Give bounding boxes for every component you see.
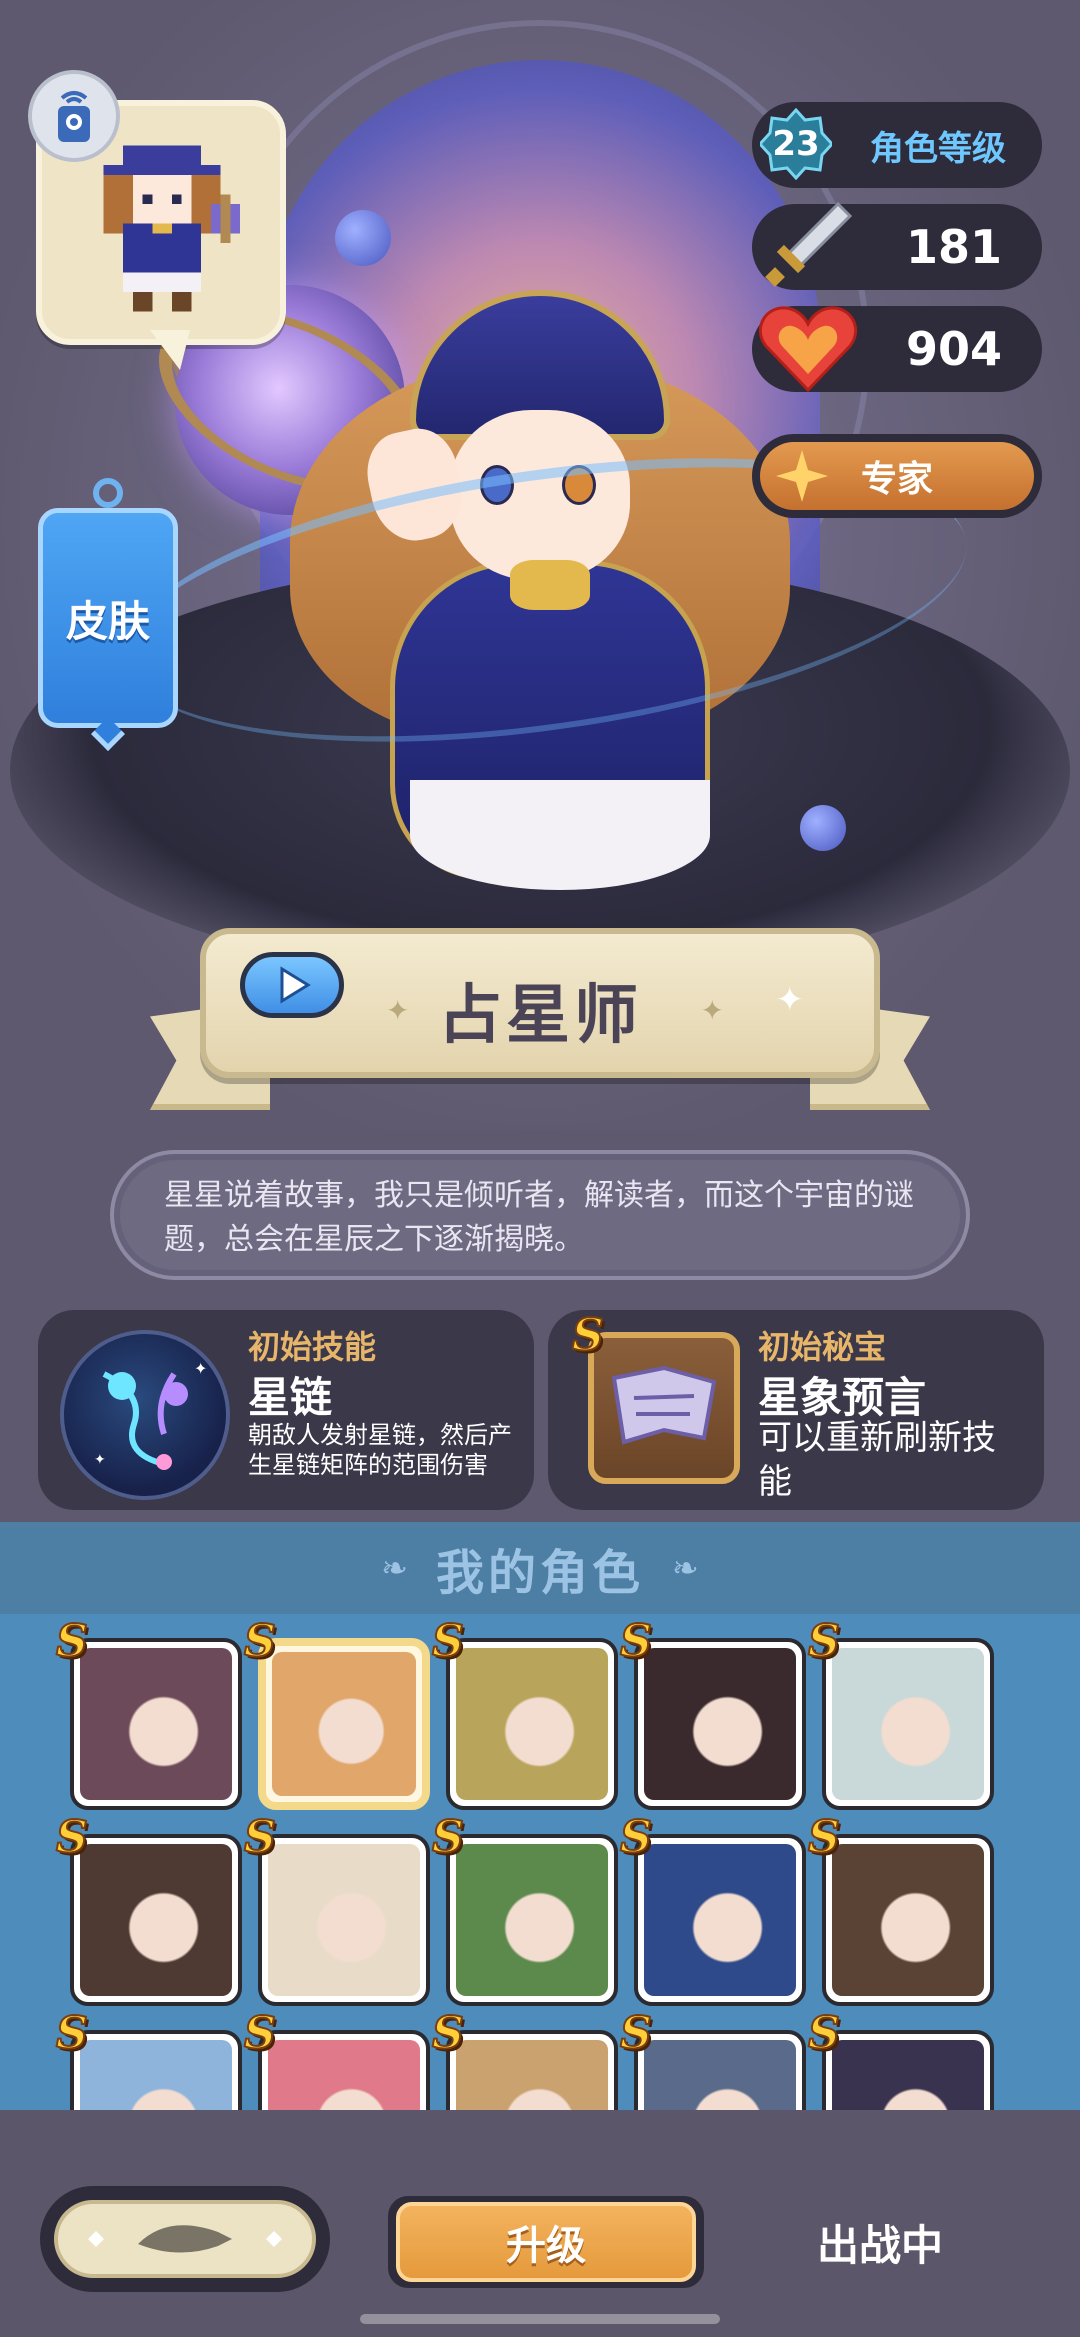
- heart-icon: [759, 306, 857, 393]
- s-rank-badge: S: [55, 2007, 89, 2060]
- play-icon: [280, 966, 311, 1004]
- floating-orb: [335, 210, 391, 266]
- character-tile[interactable]: [446, 1834, 618, 2006]
- star-chain-skill-icon: ✦ ✦: [60, 1330, 230, 1500]
- s-rank-badge: S: [619, 1615, 653, 1668]
- leaf-ornament-icon: ✦: [700, 994, 724, 1027]
- my-characters-title: 我的角色: [435, 1545, 644, 1601]
- svg-text:✦: ✦: [194, 1359, 207, 1378]
- home-indicator[interactable]: [360, 2314, 720, 2324]
- hp-stat[interactable]: 904: [752, 306, 1042, 393]
- level-label: 角色等级: [870, 128, 1006, 169]
- level-stat[interactable]: 23 角色等级: [752, 102, 1042, 188]
- character-portrait: [644, 1844, 796, 1996]
- s-rank-badge: S: [619, 2007, 653, 2060]
- portrait-speech-tail: [150, 330, 190, 370]
- sword-icon: [765, 201, 853, 287]
- initial-skill-card[interactable]: ✦ ✦ 初始技能 星链 朝敌人发射星链，然后产生星链矩阵的范围伤害: [38, 1310, 534, 1510]
- level-value: 23: [772, 124, 820, 164]
- character-portrait: [456, 1648, 608, 1800]
- character-tile[interactable]: [822, 1638, 994, 1810]
- scroll-icon: [611, 1365, 717, 1445]
- initial-treasure-card[interactable]: S 初始秘宝 星象预言 可以重新刷新技能: [548, 1309, 1044, 1510]
- character-portrait: [80, 1844, 232, 1996]
- rank-badge[interactable]: 专家: [752, 434, 1042, 518]
- character-tile[interactable]: [70, 1834, 242, 2006]
- character-tile[interactable]: [634, 1834, 806, 2006]
- treasure-title: 初始秘宝: [758, 1328, 887, 1366]
- prophecy-scroll-icon: [588, 1332, 740, 1484]
- character-skirt: [410, 780, 710, 890]
- play-voice-button[interactable]: [240, 952, 344, 1018]
- upgrade-label: 升级: [506, 2223, 586, 2269]
- rank-badge-inner: 专家: [760, 442, 1034, 510]
- hp-value: 904: [905, 322, 1002, 376]
- character-tile[interactable]: [822, 1834, 994, 2006]
- skill-description: 朝敌人发射星链，然后产生星链矩阵的范围伤害: [248, 1421, 512, 1479]
- s-rank-badge: S: [431, 2007, 465, 2060]
- upgrade-button-inner: 升级: [396, 2202, 696, 2282]
- skin-button[interactable]: 皮肤: [38, 508, 178, 728]
- sparkle-icon: ✦: [775, 980, 805, 1020]
- skin-banner-pin: [93, 478, 123, 508]
- s-rank-badge: S: [619, 1811, 653, 1864]
- s-rank-badge: S: [807, 1615, 841, 1668]
- character-quote: 星星说着故事，我只是倾听者，解读者，而这个宇宙的谜题，总会在星辰之下逐渐揭晓。: [164, 1178, 914, 1257]
- menu-pill-inner: [54, 2200, 316, 2278]
- s-rank-badge: S: [55, 1811, 89, 1864]
- character-tile[interactable]: [634, 1638, 806, 1810]
- s-rank-badge: S: [243, 1811, 277, 1864]
- constellation-icon: ✦ ✦: [94, 1359, 207, 1470]
- character-portrait: [80, 1648, 232, 1800]
- character-portrait: [644, 1648, 796, 1800]
- s-rank-badge: S: [243, 1615, 277, 1668]
- level-badge: 23: [760, 108, 832, 180]
- s-rank-badge: S: [431, 1615, 465, 1668]
- s-rank-badge: S: [243, 2007, 277, 2060]
- character-portrait: [832, 1844, 984, 1996]
- leaf-ornament-icon: ❧: [672, 1549, 699, 1587]
- deployed-status[interactable]: 出战中: [760, 2212, 1000, 2273]
- upgrade-button[interactable]: 升级: [388, 2196, 704, 2288]
- character-portrait: [272, 1652, 416, 1796]
- character-portrait: [268, 1844, 420, 1996]
- attack-value: 181: [905, 220, 1002, 274]
- treasure-description: 可以重新刷新技能: [758, 1418, 996, 1502]
- character-portrait: [456, 1844, 608, 1996]
- s-rank-badge: S: [807, 2007, 841, 2060]
- leaf-ornament-icon: ❧: [381, 1549, 408, 1587]
- character-tile[interactable]: [446, 1638, 618, 1810]
- ornament-icon: [88, 2225, 282, 2253]
- my-characters-header: ❧ 我的角色 ❧: [0, 1522, 1080, 1614]
- signal-icon: [58, 91, 90, 142]
- star-icon: [776, 450, 828, 502]
- attack-stat[interactable]: 181: [752, 201, 1042, 290]
- skill-title: 初始技能: [248, 1328, 377, 1366]
- wifi-badge[interactable]: [28, 70, 120, 162]
- menu-pill-button[interactable]: [40, 2186, 330, 2292]
- s-rank-badge: S: [55, 1615, 89, 1668]
- s-rank-badge: S: [807, 1811, 841, 1864]
- character-tile[interactable]: [258, 1834, 430, 2006]
- skill-name: 星链: [248, 1373, 333, 1422]
- character-tile[interactable]: [258, 1638, 430, 1810]
- character-quote-box: 星星说着故事，我只是倾听者，解读者，而这个宇宙的谜题，总会在星辰之下逐渐揭晓。: [110, 1150, 970, 1280]
- character-portrait: [832, 1648, 984, 1800]
- skin-button-label: 皮肤: [65, 596, 150, 646]
- floating-orb: [800, 805, 846, 851]
- character-tile[interactable]: [70, 1638, 242, 1810]
- svg-text:✦: ✦: [94, 1452, 106, 1468]
- rank-label: 专家: [860, 459, 933, 500]
- s-rank-badge: S: [571, 1309, 605, 1362]
- s-rank-badge: S: [431, 1811, 465, 1864]
